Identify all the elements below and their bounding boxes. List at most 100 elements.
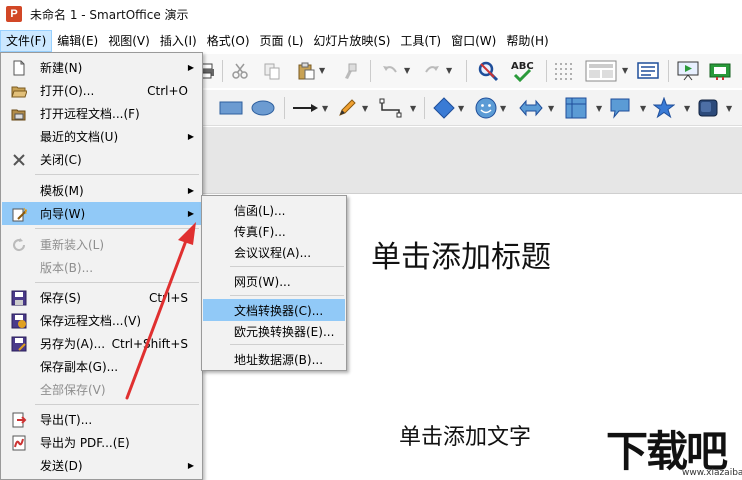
menu-item-export-pdf[interactable]: 导出为 PDF...(E) bbox=[2, 431, 202, 454]
copy-icon[interactable] bbox=[262, 61, 282, 81]
menu-format[interactable]: 格式(O) bbox=[202, 30, 255, 52]
submenu-item-agenda[interactable]: 会议议程(A)... bbox=[203, 241, 345, 263]
submenu-item-label: 地址数据源(B)... bbox=[234, 352, 324, 367]
menu-help[interactable]: 帮助(H) bbox=[501, 30, 553, 52]
open-folder-icon bbox=[10, 82, 28, 100]
menu-item-new[interactable]: 新建(N) ▶ bbox=[2, 56, 202, 79]
callouts-icon[interactable] bbox=[608, 97, 632, 119]
menu-divider bbox=[35, 282, 199, 283]
submenu-item-document-converter[interactable]: 文档转换器(C)... bbox=[203, 299, 345, 321]
menu-item-label: 新建(N) bbox=[40, 61, 83, 75]
menu-item-shortcut: Ctrl+S bbox=[148, 290, 188, 305]
grid-icon[interactable] bbox=[552, 60, 574, 82]
menu-item-close[interactable]: 关闭(C) bbox=[2, 148, 202, 171]
redo-dropdown-icon[interactable]: ▼ bbox=[446, 66, 452, 75]
submenu-item-euro-converter[interactable]: 欧元换转换器(E)... bbox=[203, 320, 345, 342]
menu-item-label: 最近的文档(U) bbox=[40, 130, 119, 144]
clone-format-icon[interactable] bbox=[340, 61, 360, 81]
menu-item-recent[interactable]: 最近的文档(U) ▶ bbox=[2, 125, 202, 148]
menu-item-reload[interactable]: 重新装入(L) bbox=[2, 233, 202, 256]
3d-objects-icon[interactable] bbox=[696, 97, 720, 119]
block-arrows-dropdown-icon[interactable]: ▼ bbox=[548, 104, 554, 113]
submenu-item-fax[interactable]: 传真(F)... bbox=[203, 220, 345, 242]
ellipse-icon[interactable] bbox=[250, 99, 276, 117]
save-remote-icon bbox=[10, 312, 28, 330]
spellcheck-icon[interactable]: ABC bbox=[508, 58, 536, 84]
slide-layout-dropdown-icon[interactable]: ▼ bbox=[622, 66, 628, 75]
smiley-shapes-icon[interactable] bbox=[474, 97, 498, 119]
flowchart-icon[interactable] bbox=[564, 97, 588, 119]
line-arrow-icon[interactable] bbox=[290, 98, 320, 118]
stars-icon[interactable] bbox=[652, 97, 676, 119]
pencil-icon[interactable] bbox=[336, 98, 358, 118]
menu-item-save[interactable]: 保存(S) Ctrl+S bbox=[2, 286, 202, 309]
menu-item-save-all[interactable]: 全部保存(V) bbox=[2, 378, 202, 401]
reload-icon bbox=[10, 236, 28, 254]
undo-dropdown-icon[interactable]: ▼ bbox=[404, 66, 410, 75]
menu-item-shortcut: Ctrl+Shift+S bbox=[111, 336, 188, 351]
submenu-item-address-source[interactable]: 地址数据源(B)... bbox=[203, 348, 345, 370]
line-dropdown-icon[interactable]: ▼ bbox=[322, 104, 328, 113]
submenu-divider bbox=[230, 295, 344, 296]
menu-edit[interactable]: 编辑(E) bbox=[52, 30, 103, 52]
toolbar-separator bbox=[222, 60, 223, 82]
export-icon bbox=[10, 411, 28, 429]
redo-icon[interactable] bbox=[422, 61, 442, 81]
menu-item-label: 发送(D) bbox=[40, 459, 83, 473]
menu-item-save-as[interactable]: 另存为(A)... Ctrl+Shift+S bbox=[2, 332, 202, 355]
menu-item-wizard[interactable]: 向导(W) ▶ bbox=[2, 202, 202, 225]
symbol-shapes-dropdown-icon[interactable]: ▼ bbox=[500, 104, 506, 113]
menu-page[interactable]: 页面 (L) bbox=[255, 30, 309, 52]
menu-view[interactable]: 视图(V) bbox=[103, 30, 155, 52]
rectangle-icon[interactable] bbox=[218, 99, 244, 117]
close-icon bbox=[10, 151, 28, 169]
menu-file[interactable]: 文件(F) bbox=[0, 30, 53, 52]
find-replace-icon[interactable] bbox=[476, 60, 500, 82]
menu-item-open-remote[interactable]: 打开远程文档...(F) bbox=[2, 102, 202, 125]
menu-tools[interactable]: 工具(T) bbox=[395, 30, 446, 52]
submenu-item-label: 会议议程(A)... bbox=[234, 245, 312, 260]
submenu-item-label: 文档转换器(C)... bbox=[234, 303, 324, 318]
slideshow-icon[interactable] bbox=[676, 60, 700, 82]
undo-icon[interactable] bbox=[380, 61, 400, 81]
menu-item-label: 关闭(C) bbox=[40, 153, 82, 167]
basic-shapes-icon[interactable] bbox=[432, 97, 456, 119]
menu-insert[interactable]: 插入(I) bbox=[155, 30, 202, 52]
submenu-arrow-icon: ▶ bbox=[187, 209, 194, 218]
slide-transition-icon[interactable] bbox=[708, 60, 732, 82]
cut-icon[interactable] bbox=[230, 61, 250, 81]
menu-item-open[interactable]: 打开(O)... Ctrl+O bbox=[2, 79, 202, 102]
menu-item-label: 导出为 PDF...(E) bbox=[40, 436, 130, 450]
menu-window[interactable]: 窗口(W) bbox=[446, 30, 501, 52]
menu-item-shortcut: Ctrl+O bbox=[147, 83, 188, 98]
callouts-dropdown-icon[interactable]: ▼ bbox=[640, 104, 646, 113]
slide-title-placeholder[interactable]: 单击添加标题 bbox=[371, 232, 551, 276]
menu-item-send[interactable]: 发送(D) ▶ bbox=[2, 454, 202, 477]
connector-icon[interactable] bbox=[378, 98, 404, 118]
menu-item-save-copy[interactable]: 保存副本(G)... bbox=[2, 355, 202, 378]
wizard-submenu: 信函(L)... 传真(F)... 会议议程(A)... 网页(W)... 文档… bbox=[201, 195, 347, 371]
3d-objects-dropdown-icon[interactable]: ▼ bbox=[726, 104, 732, 113]
presentation-object-icon[interactable] bbox=[636, 60, 660, 82]
submenu-item-web-page[interactable]: 网页(W)... bbox=[203, 270, 345, 292]
basic-shapes-dropdown-icon[interactable]: ▼ bbox=[458, 104, 464, 113]
stars-dropdown-icon[interactable]: ▼ bbox=[684, 104, 690, 113]
app-logo-icon: P bbox=[6, 6, 22, 22]
paste-icon[interactable] bbox=[296, 61, 316, 81]
menu-item-templates[interactable]: 模板(M) ▶ bbox=[2, 179, 202, 202]
wizard-icon bbox=[10, 205, 28, 223]
connector-dropdown-icon[interactable]: ▼ bbox=[410, 104, 416, 113]
slide-layout-icon[interactable] bbox=[584, 59, 618, 83]
menu-item-versions[interactable]: 版本(B)... bbox=[2, 256, 202, 279]
paste-dropdown-icon[interactable]: ▼ bbox=[319, 66, 325, 75]
submenu-item-letter[interactable]: 信函(L)... bbox=[203, 199, 345, 221]
menu-item-label: 导出(T)... bbox=[40, 413, 93, 427]
menu-item-save-remote[interactable]: 保存远程文档...(V) bbox=[2, 309, 202, 332]
flowchart-dropdown-icon[interactable]: ▼ bbox=[596, 104, 602, 113]
menu-slideshow[interactable]: 幻灯片放映(S) bbox=[308, 30, 395, 52]
menu-item-label: 保存副本(G)... bbox=[40, 360, 119, 374]
slide-text-placeholder[interactable]: 单击添加文字 bbox=[399, 419, 531, 451]
block-arrows-icon[interactable] bbox=[518, 97, 544, 119]
menu-item-export[interactable]: 导出(T)... bbox=[2, 408, 202, 431]
pencil-dropdown-icon[interactable]: ▼ bbox=[362, 104, 368, 113]
